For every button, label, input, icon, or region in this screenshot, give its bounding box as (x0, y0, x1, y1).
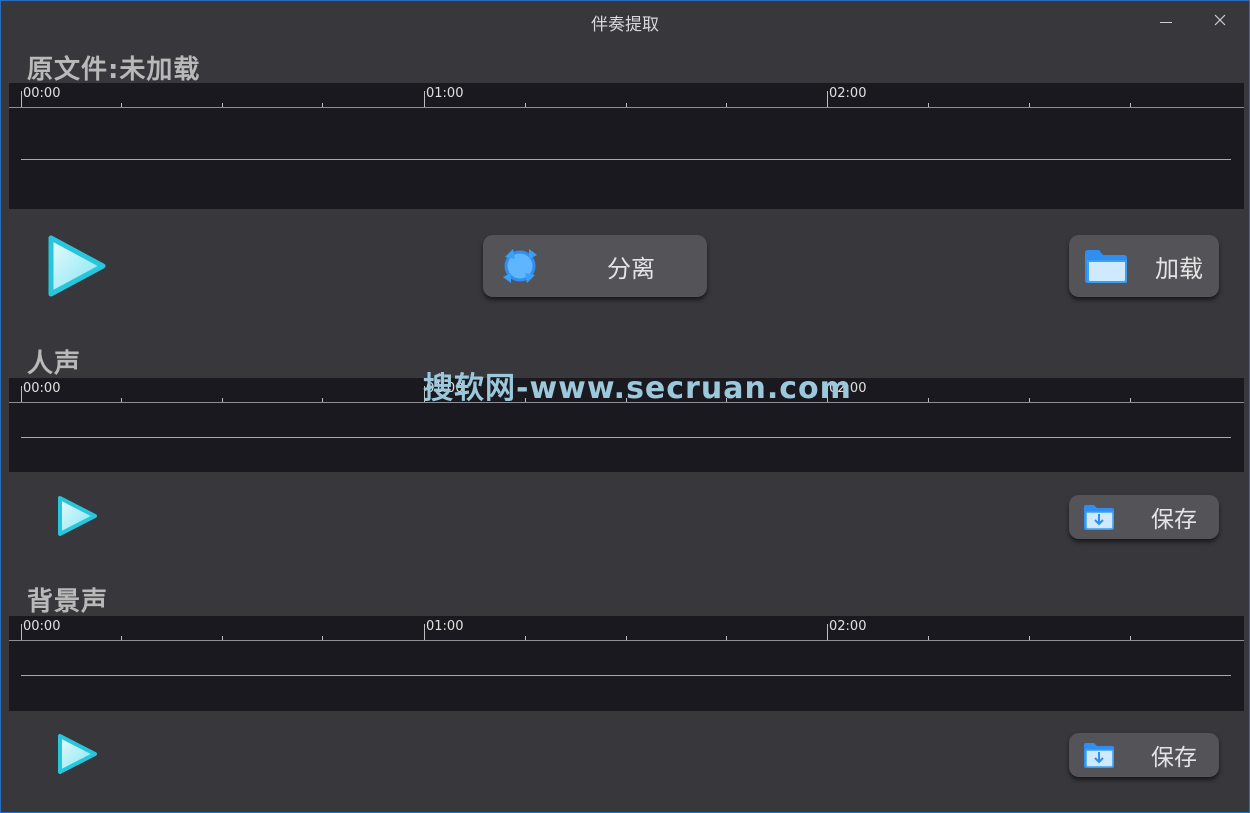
title-bar: 伴奏提取 (1, 1, 1249, 41)
minimize-icon (1160, 21, 1172, 23)
ruler-baseline (9, 107, 1244, 108)
ruler-tick (322, 103, 323, 107)
ruler-tick (1130, 398, 1131, 402)
separate-button-label: 分离 (607, 254, 655, 283)
ruler-tick (21, 624, 22, 640)
ruler-tick (222, 398, 223, 402)
vocals-label: 人声 (27, 349, 82, 379)
ruler-label: 02:00 (829, 86, 867, 101)
ruler-tick (928, 636, 929, 640)
ruler-tick (424, 91, 425, 107)
separate-button[interactable]: 分离 (483, 235, 707, 297)
ruler-baseline (9, 640, 1244, 641)
ruler-tick (525, 636, 526, 640)
ruler-label: 02:00 (829, 619, 867, 634)
ruler-tick (626, 103, 627, 107)
save-background-label: 保存 (1151, 745, 1197, 771)
ruler-tick (1029, 636, 1030, 640)
save-vocals-label: 保存 (1151, 507, 1197, 533)
download-folder-icon (1084, 505, 1114, 530)
play-vocals-button[interactable] (55, 494, 99, 542)
ruler-tick (121, 398, 122, 402)
ruler-tick (222, 636, 223, 640)
play-icon (58, 734, 97, 774)
close-button[interactable] (1205, 7, 1235, 33)
original-waveform[interactable]: 00:00 01:00 02:00 (9, 83, 1244, 209)
ruler-label: 01:00 (426, 86, 464, 101)
window-title: 伴奏提取 (591, 15, 659, 35)
ruler-label: 00:00 (23, 619, 61, 634)
background-waveform[interactable]: 00:00 01:00 02:00 (9, 616, 1244, 711)
close-icon (1214, 14, 1226, 26)
ruler-tick (928, 398, 929, 402)
ruler-label: 01:00 (426, 619, 464, 634)
waveform-trace (21, 159, 1231, 160)
ruler-tick (21, 91, 22, 107)
load-button-label: 加载 (1155, 254, 1203, 283)
timeline-ruler[interactable]: 00:00 01:00 02:00 (9, 616, 1244, 642)
save-background-button[interactable]: 保存 (1069, 733, 1219, 777)
play-icon (58, 496, 97, 536)
ruler-tick (827, 624, 828, 640)
ruler-tick (222, 103, 223, 107)
watermark-text: 搜软网-www.secruan.com (423, 371, 852, 406)
download-folder-icon (1084, 743, 1114, 768)
original-file-label: 原文件:未加载 (27, 55, 201, 85)
ruler-tick (121, 636, 122, 640)
ruler-tick (424, 624, 425, 640)
ruler-tick (827, 91, 828, 107)
save-vocals-button[interactable]: 保存 (1069, 495, 1219, 539)
ruler-label: 00:00 (23, 381, 61, 396)
ruler-tick (726, 636, 727, 640)
ruler-tick (322, 636, 323, 640)
timeline-ruler[interactable]: 00:00 01:00 02:00 (9, 83, 1244, 109)
ruler-tick (525, 103, 526, 107)
ruler-tick (626, 636, 627, 640)
load-button[interactable]: 加载 (1069, 235, 1219, 297)
ruler-tick (726, 103, 727, 107)
play-original-button[interactable] (45, 233, 109, 303)
minimize-button[interactable] (1151, 7, 1181, 33)
ruler-tick (21, 386, 22, 402)
folder-icon (1085, 250, 1127, 283)
refresh-icon (503, 249, 537, 283)
ruler-label: 00:00 (23, 86, 61, 101)
play-background-button[interactable] (55, 732, 99, 780)
ruler-tick (928, 103, 929, 107)
play-icon (48, 235, 106, 297)
ruler-tick (1029, 103, 1030, 107)
ruler-tick (1130, 103, 1131, 107)
ruler-tick (121, 103, 122, 107)
waveform-trace (21, 437, 1231, 438)
background-label: 背景声 (27, 587, 109, 617)
waveform-trace (21, 675, 1231, 676)
ruler-tick (1029, 398, 1030, 402)
ruler-tick (1130, 636, 1131, 640)
ruler-tick (322, 398, 323, 402)
